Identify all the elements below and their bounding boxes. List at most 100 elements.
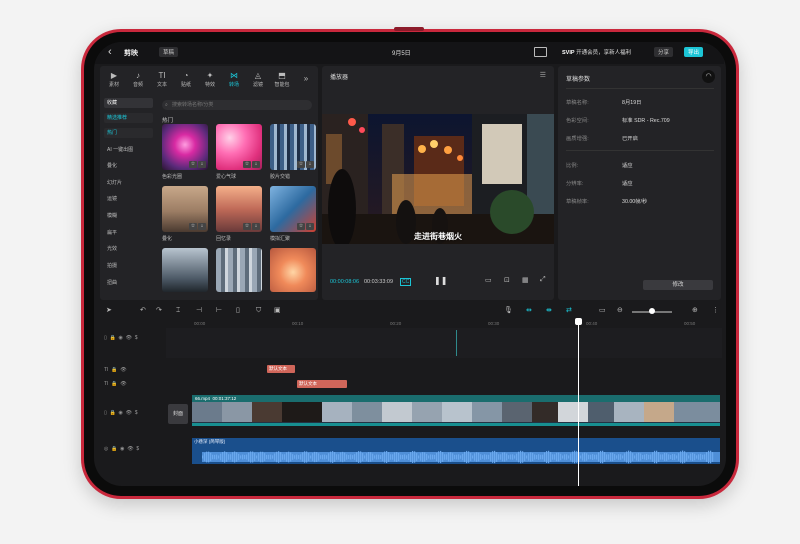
favorite-icon[interactable]: ☆ — [297, 161, 305, 168]
ratio-icon[interactable]: ▭ — [485, 276, 492, 284]
crop-icon[interactable]: ⊡ — [504, 276, 510, 284]
download-icon[interactable]: ↓ — [198, 161, 206, 168]
download-icon[interactable]: ↓ — [252, 223, 260, 230]
more-tools-icon[interactable]: » — [294, 74, 318, 83]
waveform-bar — [658, 452, 660, 462]
text-clip[interactable]: 默认文本 — [297, 380, 347, 388]
tool-audio[interactable]: ♪ 音频 — [126, 71, 150, 88]
tool-effects[interactable]: ✦ 特效 — [198, 71, 222, 88]
tool-label: 特效 — [204, 82, 215, 88]
share-button[interactable]: 分享 — [654, 47, 674, 57]
cover-button[interactable]: 封面 — [168, 404, 188, 424]
close-icon[interactable]: ◠ — [702, 70, 715, 83]
download-icon[interactable]: ↓ — [252, 161, 260, 168]
back-icon[interactable]: ‹ — [108, 46, 112, 58]
transition-thumbnail[interactable]: ☆ ↓ — [162, 124, 208, 170]
transition-thumbnail[interactable] — [270, 248, 316, 292]
track-controls[interactable]: TI 🔒 👁 — [104, 367, 127, 373]
favorite-icon[interactable]: ☆ — [243, 161, 251, 168]
download-icon[interactable]: ↓ — [198, 223, 206, 230]
track-controls[interactable]: ▯ 🔒 ◉ 👁 $ — [104, 410, 138, 416]
category-item[interactable]: 精选推荐 — [104, 113, 153, 123]
undo-icon[interactable]: ↶ — [140, 304, 146, 318]
category-item[interactable]: 光效 — [104, 244, 153, 254]
tool-smart-pack[interactable]: ⬒ 智能包 — [270, 71, 294, 88]
playhead[interactable] — [575, 318, 582, 486]
category-item[interactable]: 扁平 — [104, 228, 153, 238]
favorite-icon[interactable]: ☆ — [297, 223, 305, 230]
category-item[interactable]: 模糊 — [104, 211, 153, 221]
preview-axis-icon[interactable]: ▭ — [599, 304, 606, 318]
category-item[interactable]: AI 一键出图 — [104, 145, 153, 155]
text-clip[interactable]: 默认文本 — [267, 365, 295, 373]
video-preview[interactable]: 走进街巷烟火 — [322, 114, 554, 244]
transition-thumbnail[interactable]: ☆ ↓ — [216, 124, 262, 170]
waveform-bar — [394, 452, 396, 462]
monitor-icon[interactable] — [534, 47, 547, 57]
download-icon[interactable]: ↓ — [306, 161, 314, 168]
zoom-in-icon[interactable]: ⊕ — [692, 304, 698, 318]
waveform-bar — [612, 452, 614, 462]
waveform-bar — [572, 451, 574, 463]
pause-icon[interactable]: ❚❚ — [434, 276, 447, 285]
auto-snap-icon[interactable]: ⇼ — [546, 304, 552, 318]
waveform-bar — [698, 454, 700, 460]
redo-icon[interactable]: ↷ — [156, 304, 162, 318]
waveform-bar — [310, 455, 312, 459]
screen-icon[interactable]: ▣ — [274, 304, 281, 318]
split-left-icon[interactable]: ⊣ — [196, 304, 202, 318]
draft-dropdown[interactable]: 草稿 — [159, 47, 179, 57]
grid-icon[interactable]: ▦ — [522, 276, 529, 284]
search-input[interactable]: ⌕ 搜索转场名称/分类 — [162, 100, 312, 110]
more-icon[interactable]: ⋮ — [712, 304, 719, 318]
transition-thumbnail[interactable]: ☆ ↓ — [270, 186, 316, 232]
transition-thumbnail[interactable] — [216, 248, 262, 292]
category-item[interactable]: 幻灯片 — [104, 178, 153, 188]
fullscreen-icon[interactable]: ⤢ — [540, 276, 546, 284]
transition-thumbnail[interactable]: ☆ ↓ — [270, 124, 316, 170]
split-icon[interactable]: ⌶ — [176, 304, 180, 318]
microphone-icon[interactable]: 🎙 — [504, 304, 513, 318]
waveform-bar — [324, 454, 326, 460]
track-controls[interactable]: ▯ 🔒 ◉ 👁 $ — [104, 335, 138, 341]
mark-icon[interactable]: ⛉ — [256, 304, 261, 318]
linkage-icon[interactable]: ⇄ — [566, 304, 572, 318]
category-item[interactable]: 热门 — [104, 128, 153, 138]
favorite-icon[interactable]: ☆ — [189, 161, 197, 168]
track-controls[interactable]: ◎ 🔒 ◉ 👁 $ — [104, 446, 139, 452]
waveform-bar — [312, 453, 314, 461]
zoom-slider-handle[interactable] — [649, 308, 655, 314]
delete-icon[interactable]: ▯ — [236, 304, 240, 318]
tool-material[interactable]: ▶ 素材 — [102, 71, 126, 88]
waveform-bar — [708, 450, 710, 464]
track-controls[interactable]: TI 🔒 👁 — [104, 381, 127, 387]
video-clip-name: 66.mp4 — [195, 396, 211, 401]
category-item[interactable]: 运镜 — [104, 194, 153, 204]
category-item[interactable]: 拍摄 — [104, 261, 153, 271]
tool-text[interactable]: TI 文本 — [150, 71, 174, 88]
category-item[interactable]: 收藏 — [104, 98, 153, 108]
menu-icon[interactable]: ☰ — [540, 71, 546, 79]
audio-clip[interactable] — [192, 438, 720, 464]
vip-banner[interactable]: SVIP 开通会员，享新人福利 — [562, 48, 631, 56]
transition-thumbnail[interactable] — [162, 248, 208, 292]
split-right-icon[interactable]: ⊢ — [216, 304, 222, 318]
waveform-bar — [352, 455, 354, 459]
transition-thumbnail[interactable]: ☆ ↓ — [162, 186, 208, 232]
download-icon[interactable]: ↓ — [306, 223, 314, 230]
tool-filter[interactable]: ◬ 滤镜 — [246, 71, 270, 88]
waveform-bar — [638, 452, 640, 462]
modify-button[interactable]: 修改 — [643, 280, 713, 290]
select-tool-icon[interactable]: ➤ — [106, 304, 112, 318]
transition-thumbnail[interactable]: ☆ ↓ — [216, 186, 262, 232]
tool-transition[interactable]: ⋈ 转场 — [222, 71, 246, 88]
favorite-icon[interactable]: ☆ — [243, 223, 251, 230]
export-button[interactable]: 导出 — [684, 47, 704, 57]
main-track-magnet-icon[interactable]: ⇹ — [526, 304, 532, 318]
category-item[interactable]: 扭曲 — [104, 278, 153, 288]
zoom-out-icon[interactable]: ⊖ — [617, 304, 623, 318]
tool-sticker[interactable]: ◔ 贴纸 — [174, 71, 198, 88]
category-item[interactable]: 叠化 — [104, 161, 153, 171]
favorite-icon[interactable]: ☆ — [189, 223, 197, 230]
subtitle-toggle-button[interactable]: CC — [400, 278, 412, 286]
